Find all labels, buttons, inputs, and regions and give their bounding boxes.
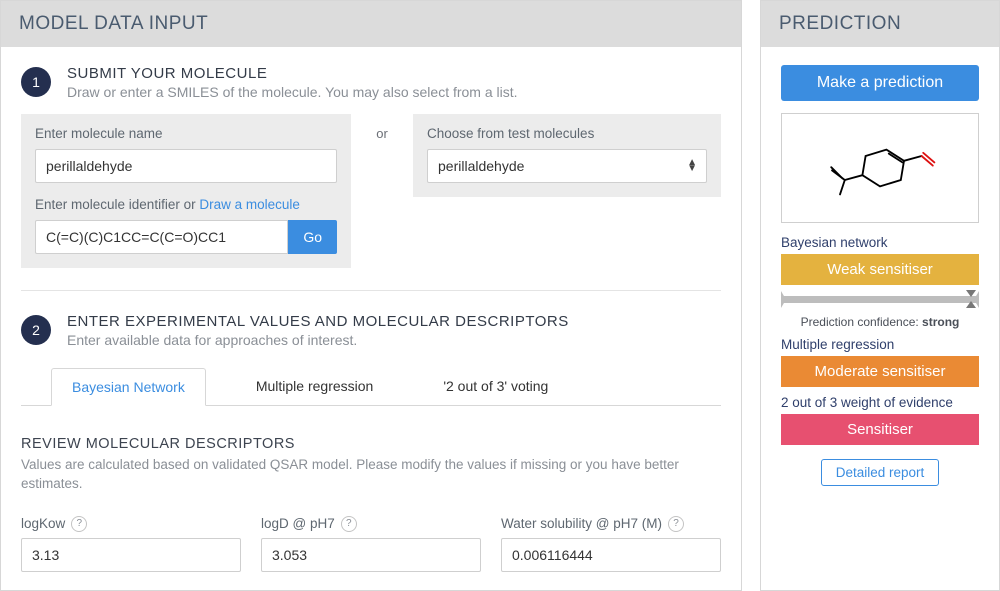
logd-input[interactable] [261, 538, 481, 572]
water-solubility-label: Water solubility @ pH7 (M) [501, 516, 662, 531]
step-1-sub: Draw or enter a SMILES of the molecule. … [67, 84, 518, 100]
smiles-input[interactable] [35, 220, 288, 254]
step-1: 1 SUBMIT YOUR MOLECULE Draw or enter a S… [21, 65, 721, 100]
detailed-report-button[interactable]: Detailed report [821, 459, 940, 486]
go-button[interactable]: Go [288, 220, 337, 254]
confidence-slider [781, 293, 979, 311]
draw-molecule-link[interactable]: Draw a molecule [199, 197, 300, 212]
or-label: or [365, 114, 399, 141]
molecule-id-label: Enter molecule identifier or Draw a mole… [35, 197, 337, 212]
model-data-input-panel: MODEL DATA INPUT 1 SUBMIT YOUR MOLECULE … [0, 0, 742, 591]
molecule-entry-box: Enter molecule name Enter molecule ident… [21, 114, 351, 268]
help-icon[interactable]: ? [71, 516, 87, 532]
voting-result-label: 2 out of 3 weight of evidence [781, 395, 979, 410]
molecule-structure-box [781, 113, 979, 223]
approach-tabs: Bayesian Network Multiple regression '2 … [21, 368, 721, 406]
multiple-regression-result-label: Multiple regression [781, 337, 979, 352]
test-molecule-box: Choose from test molecules ▲▼ [413, 114, 721, 197]
step-1-badge: 1 [21, 67, 51, 97]
choose-label: Choose from test molecules [427, 126, 707, 141]
test-molecule-select[interactable] [427, 149, 707, 183]
molecule-name-input[interactable] [35, 149, 337, 183]
step-2: 2 ENTER EXPERIMENTAL VALUES AND MOLECULA… [21, 313, 721, 348]
molecule-structure-icon [810, 132, 950, 204]
make-prediction-button[interactable]: Make a prediction [781, 65, 979, 101]
bayesian-result-bar: Weak sensitiser [781, 254, 979, 285]
review-title: REVIEW MOLECULAR DESCRIPTORS [21, 436, 721, 452]
confidence-text: Prediction confidence: strong [781, 315, 979, 329]
step-2-sub: Enter available data for approaches of i… [67, 332, 569, 348]
bayesian-result-label: Bayesian network [781, 235, 979, 250]
molecule-name-label: Enter molecule name [35, 126, 337, 141]
model-data-input-header: MODEL DATA INPUT [1, 1, 741, 47]
prediction-header: PREDICTION [761, 1, 999, 47]
divider [21, 290, 721, 291]
step-2-title: ENTER EXPERIMENTAL VALUES AND MOLECULAR … [67, 313, 569, 330]
water-solubility-input[interactable] [501, 538, 721, 572]
logkow-label: logKow [21, 516, 65, 531]
logkow-input[interactable] [21, 538, 241, 572]
prediction-panel: PREDICTION Make a prediction [760, 0, 1000, 591]
tab-voting[interactable]: '2 out of 3' voting [423, 368, 568, 405]
step-1-title: SUBMIT YOUR MOLECULE [67, 65, 518, 82]
confidence-thumb-icon [966, 290, 976, 308]
review-sub: Values are calculated based on validated… [21, 456, 721, 494]
tab-bayesian-network[interactable]: Bayesian Network [51, 368, 206, 406]
help-icon[interactable]: ? [341, 516, 357, 532]
step-2-badge: 2 [21, 315, 51, 345]
review-descriptors-section: REVIEW MOLECULAR DESCRIPTORS Values are … [21, 436, 721, 494]
help-icon[interactable]: ? [668, 516, 684, 532]
tab-multiple-regression[interactable]: Multiple regression [236, 368, 394, 405]
logd-label: logD @ pH7 [261, 516, 335, 531]
multiple-regression-result-bar: Moderate sensitiser [781, 356, 979, 387]
voting-result-bar: Sensitiser [781, 414, 979, 445]
